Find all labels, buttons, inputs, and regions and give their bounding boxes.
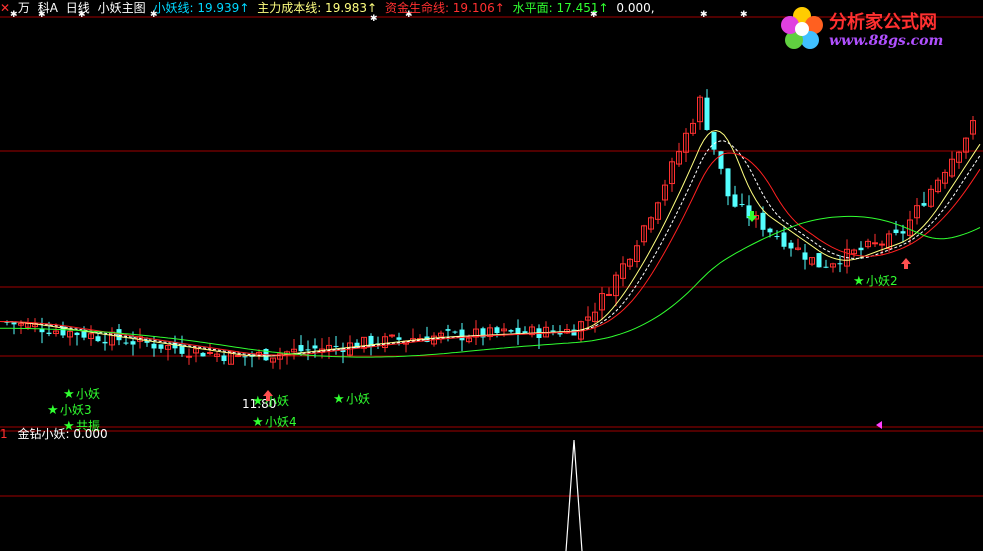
candle-body [508,330,514,332]
candle-body [872,242,878,245]
header-stock-code: 万 [17,1,30,15]
candle-body [130,341,136,345]
header-stock-name: 科A [37,1,58,15]
indicator-lines [0,129,981,358]
site-logo: 分析家公式网 www.88gs.com [777,4,977,56]
flower-logo-icon [781,7,823,49]
candle-body [452,331,458,333]
candle-body [333,345,339,347]
candle-body [802,252,808,260]
stock-chart[interactable]: ★ 小妖★ 小妖3★ 共振11.80★ 小妖★ 小妖4★ 小妖★ 小妖2✱ ✱ ✱ ✱ ✱ ✱ ✱ ✱ ✱ [0,0,983,551]
signal-label: 小妖3 [60,403,92,417]
candle-body [725,168,731,197]
star-icon: ★ [853,274,865,289]
candle-body [732,194,738,207]
candle-body [781,232,787,247]
candle-body [879,243,885,246]
candle-body [298,345,304,352]
signal-label: 小妖2 [866,274,898,288]
header-formula-name[interactable]: 小妖主图 [98,1,146,15]
candle-body [102,341,108,344]
candle-body [186,355,192,358]
candle-body [711,131,717,150]
star-icon: ★ [333,392,345,407]
candle-body [774,236,780,238]
candle-body [494,327,500,334]
candle-body [158,344,164,349]
candle-body [816,253,822,268]
candle-body [459,329,465,341]
signal-marks: ★ 小妖★ 小妖3★ 共振11.80★ 小妖★ 小妖4★ 小妖★ 小妖2✱ ✱ ✱ ✱ ✱ ✱ ✱ ✱ ✱ [10,10,911,434]
chart-header: ✕ 万 科A 日线 小妖主图 小妖线: 19.939↑ 主力成本线: 19.98… [0,0,659,16]
close-icon[interactable]: ✕ [0,1,10,15]
candlesticks [4,89,976,370]
candle-body [242,356,248,358]
candle-body [606,293,612,296]
star-icon: ★ [63,387,75,402]
signal-label: 小妖 [346,392,370,406]
candle-body [704,97,710,130]
logo-title: 分析家公式网 [829,12,937,33]
signal-label: 小妖 [76,387,100,401]
header-period[interactable]: 日线 [66,1,90,15]
sub-panel-header: 1 金钻小妖: 0.000 [0,427,108,441]
cursor-marker-icon [876,421,882,429]
candle-body [837,263,843,265]
xiaoyao-line [0,129,981,357]
dot-marker: ✱ [700,10,708,20]
star-icon: ★ [252,415,264,430]
candle-body [95,336,101,342]
dot-marker: ✱ [740,10,748,20]
candle-body [396,337,402,340]
candle-body [312,345,318,349]
candle-body [305,349,311,351]
main-cost-line [0,140,981,357]
header-water-level: 水平面: 17.451↑ [512,1,609,15]
candle-body [900,231,906,234]
star-icon: ★ [252,394,264,409]
header-xiaoyao-line: 小妖线: 19.939↑ [153,1,250,15]
candle-body [823,266,829,268]
star-icon: ★ [47,403,59,418]
candle-body [207,351,213,354]
candle-body [46,332,52,334]
header-main-cost-line: 主力成本线: 19.983↑ [257,1,378,15]
candle-body [921,203,927,206]
candle-body [235,355,241,358]
candle-body [151,343,157,349]
header-fund-life-line: 资金生命线: 19.106↑ [384,1,505,15]
candle-body [767,228,773,233]
candle-body [858,247,864,251]
header-extra-value: 0.000, [616,1,655,15]
candle-body [445,329,451,331]
candle-body [11,322,17,325]
candle-body [123,342,129,344]
candle-body [179,345,185,354]
candle-body [81,331,87,338]
candle-body [788,242,794,249]
sub-panel-index: 1 [0,427,8,441]
up-arrow-icon [901,258,911,269]
logo-url: www.88gs.com [829,33,944,49]
grid-lines [0,16,983,497]
candle-body [74,332,80,336]
candle-body [200,352,206,357]
signal-label: 小妖4 [265,415,297,429]
candle-body [221,355,227,361]
sub-panel-name: 金钻小妖: 0.000 [17,427,108,441]
candle-body [760,212,766,230]
candle-body [893,229,899,234]
candle-body [739,204,745,206]
